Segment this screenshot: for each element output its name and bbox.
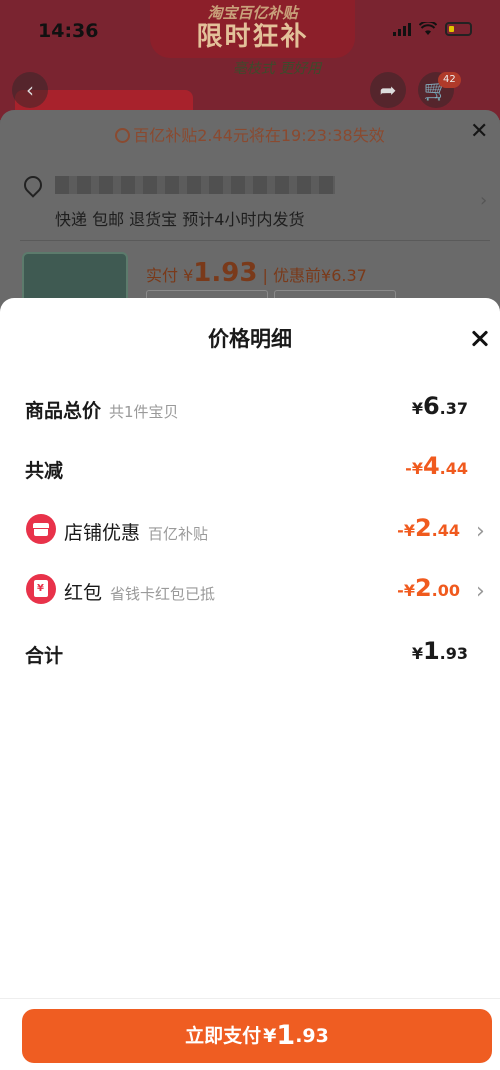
order-close-icon[interactable]: ✕ [470, 119, 488, 144]
row-amount: -¥2.44 [397, 514, 460, 542]
row-amount: ¥6.37 [411, 392, 468, 420]
status-bar: 14:36 [0, 0, 500, 60]
row-amount: ¥1.93 [411, 637, 468, 665]
cart-badge: 42 [438, 72, 461, 88]
cellular-signal-icon [393, 22, 411, 36]
paid-currency: ¥ [183, 266, 194, 285]
paid-label: 实付 [146, 266, 179, 285]
row-label: 店铺优惠 百亿补贴 [64, 522, 209, 544]
price-detail-sheet: 价格明细 商品总价 共1件宝贝 ¥6.37 共减 -¥4.44 店铺优惠 百亿补贴 … [0, 298, 500, 1070]
back-button[interactable]: ‹ [12, 72, 48, 108]
clock-icon [115, 128, 131, 143]
status-time: 14:36 [38, 20, 99, 42]
price-separator: | [262, 266, 268, 285]
row-amount: -¥2.00 [397, 574, 460, 602]
row-total-discount: 共减 -¥4.44 [0, 448, 500, 488]
battery-icon [445, 22, 472, 36]
shop-icon [26, 514, 56, 544]
address-blurred[interactable] [55, 176, 335, 194]
red-envelope-icon [26, 574, 56, 604]
wifi-icon [419, 22, 437, 35]
row-label: 共减 [25, 460, 64, 482]
share-icon: ➦ [379, 78, 397, 102]
delivery-info: 快递 包邮 退货宝 预计4小时内发货 [55, 210, 305, 229]
sheet-title: 价格明细 [208, 327, 292, 351]
order-price-line: 实付 ¥1.93 | 优惠前¥6.37 [146, 258, 367, 288]
paid-value: 1.93 [193, 258, 258, 288]
divider [20, 240, 490, 241]
row-sub: 共1件宝贝 [109, 403, 179, 421]
pay-button-int: 1 [276, 1020, 296, 1051]
promo-slogan: 毫枝式 更好用 [232, 61, 322, 77]
row-shop-discount[interactable]: 店铺优惠 百亿补贴 -¥2.44 › [0, 510, 500, 550]
price-before-discount: 优惠前¥6.37 [273, 266, 367, 285]
row-sub: 省钱卡红包已抵 [110, 585, 216, 603]
pay-button-dec: .93 [295, 1025, 329, 1047]
subsidy-expire-notice: 百亿补贴2.44元将在19:23:38失效 [0, 122, 500, 146]
pay-button-label: 立即支付 [185, 1025, 262, 1047]
chevron-right-icon: › [476, 519, 485, 544]
row-label: 合计 [25, 645, 64, 667]
close-icon[interactable] [468, 325, 494, 351]
row-label: 商品总价 共1件宝贝 [25, 400, 179, 422]
row-goods-total: 商品总价 共1件宝贝 ¥6.37 [0, 388, 500, 428]
status-icons [393, 22, 472, 36]
pay-now-button[interactable]: 立即支付 ¥1.93 [22, 1009, 492, 1063]
row-amount: -¥4.44 [405, 452, 468, 480]
share-button[interactable]: ➦ [370, 72, 406, 108]
row-sub: 百亿补贴 [148, 525, 209, 543]
chevron-right-icon[interactable]: › [480, 190, 487, 211]
row-red-envelope[interactable]: 红包省钱卡红包已抵 -¥2.00 › [0, 570, 500, 610]
row-grand-total: 合计 ¥1.93 [0, 633, 500, 673]
pay-bar: 立即支付 ¥1.93 [0, 998, 500, 1070]
subsidy-expire-text: 百亿补贴2.44元将在19:23:38失效 [133, 126, 385, 145]
chevron-right-icon: › [476, 579, 485, 604]
row-label: 红包 省钱卡红包已抵 [64, 582, 216, 604]
chevron-left-icon: ‹ [26, 78, 34, 102]
pay-button-currency: ¥ [263, 1025, 277, 1047]
